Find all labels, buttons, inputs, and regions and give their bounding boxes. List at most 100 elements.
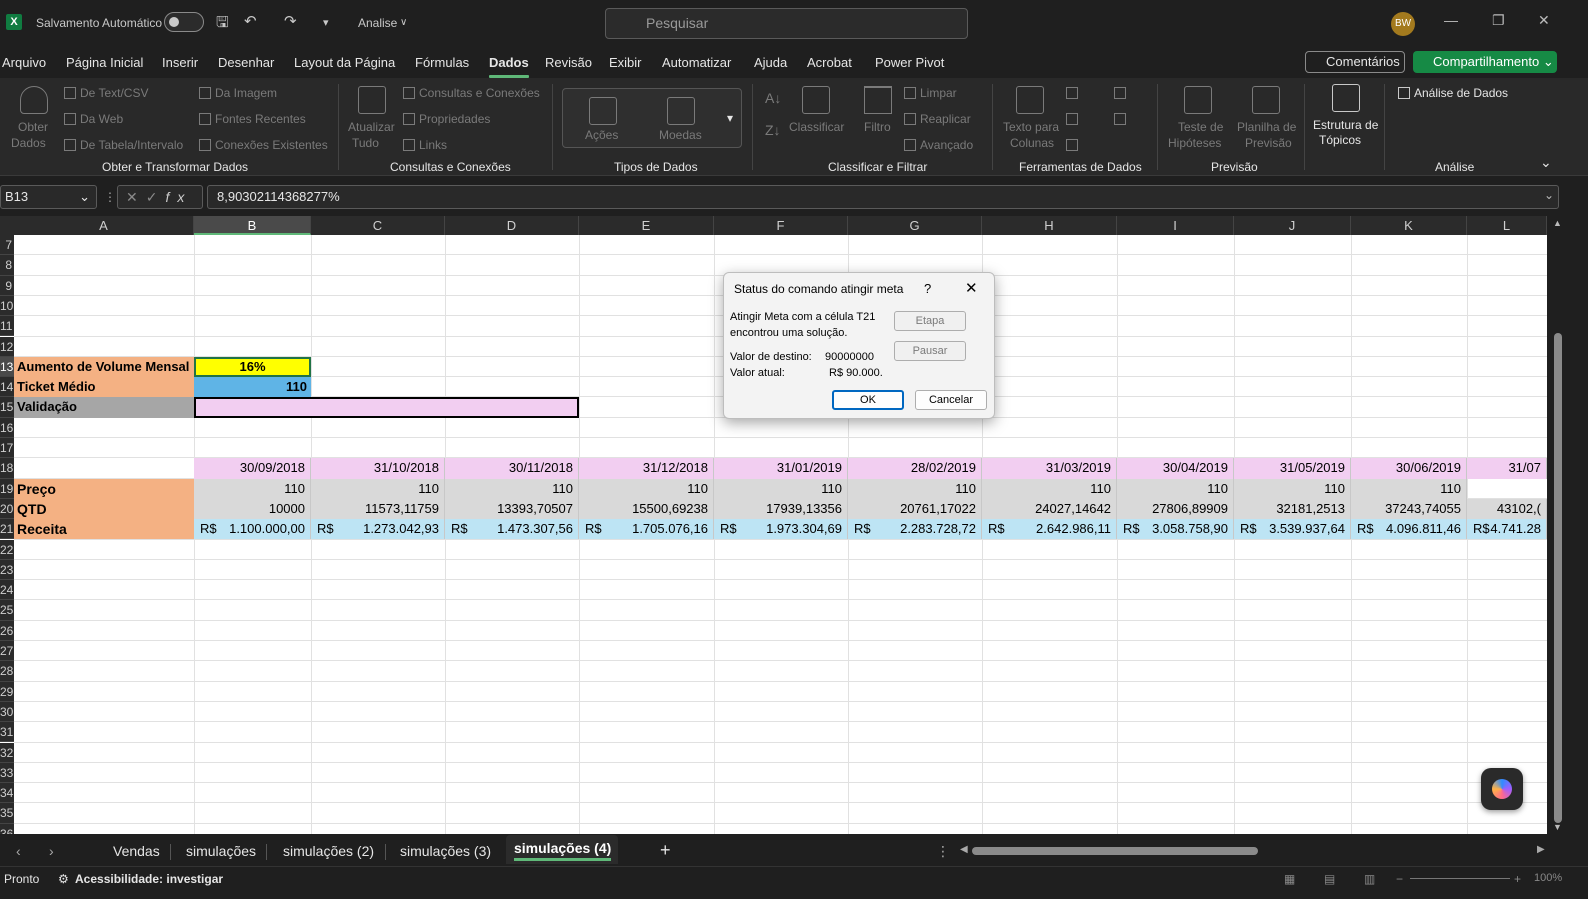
autosave-toggle[interactable] [164,12,204,32]
sheet-tab-simulacoes[interactable]: simulações [186,843,256,859]
tab-exibir[interactable]: Exibir [609,55,642,70]
what-if-label[interactable]: Teste de [1178,120,1223,134]
flash-fill-icon[interactable] [1066,86,1082,100]
share-button[interactable]: Compartilhamento ⌄ [1413,51,1557,73]
cancel-button[interactable]: Cancelar [915,390,987,410]
tab-pagina-inicial[interactable]: Página Inicial [66,55,143,70]
receita-cell[interactable]: R$ 4.741.28 [1467,519,1547,540]
row-header-12[interactable]: 12 [0,336,14,357]
preco-cell[interactable]: 110 [579,478,714,499]
links-button[interactable]: Links [403,138,447,152]
column-header-g[interactable]: G [848,216,982,235]
preco-cell[interactable]: 110 [194,478,311,499]
qtd-cell[interactable]: 37243,74055 [1351,498,1467,520]
row-header-7[interactable]: 7 [0,235,14,256]
gallery-more-icon[interactable]: ▾ [727,111,733,125]
row-header-11[interactable]: 11 [0,316,14,337]
row-header-25[interactable]: 25 [0,600,14,621]
date-cell[interactable]: 28/02/2019 [848,458,982,479]
label-qtd[interactable]: QTD [14,498,194,520]
data-model-icon[interactable] [1114,112,1130,126]
row-header-19[interactable]: 19 [0,478,14,499]
file-name[interactable]: Analise [358,16,397,30]
help-icon[interactable]: ? [924,281,931,296]
qtd-cell[interactable]: 43102,( [1467,498,1547,520]
from-web-button[interactable]: Da Web [64,112,123,126]
customize-qat-icon[interactable]: ▾ [323,16,329,29]
row-header-33[interactable]: 33 [0,762,14,784]
refresh-all-label[interactable]: Atualizar [348,120,395,134]
tab-layout[interactable]: Layout da Página [294,55,395,70]
collapse-ribbon-icon[interactable]: ⌄ [1540,154,1552,171]
vertical-scrollbar[interactable] [1554,333,1562,823]
row-header-16[interactable]: 16 [0,417,14,438]
row-header-23[interactable]: 23 [0,559,14,581]
refresh-all-label-2[interactable]: Tudo [352,136,379,150]
queries-connections-button[interactable]: Consultas e Conexões [403,86,540,100]
text-to-columns-label[interactable]: Texto para [1003,120,1059,134]
existing-connections-button[interactable]: Conexões Existentes [199,138,328,152]
close-icon[interactable]: ✕ [1538,12,1550,29]
column-header-h[interactable]: H [982,216,1117,235]
forecast-label[interactable]: Planilha de [1237,120,1296,134]
sheet-tab-simulacoes-2[interactable]: simulações (2) [283,843,374,859]
column-header-i[interactable]: I [1117,216,1234,235]
zoom-out-icon[interactable]: − [1396,872,1403,886]
sort-az-icon[interactable]: A↓ [765,90,781,106]
tab-formulas[interactable]: Fórmulas [415,55,469,70]
column-header-f[interactable]: F [714,216,848,235]
qtd-cell[interactable]: 15500,69238 [579,498,714,520]
fx-icon[interactable]: fx [165,189,192,205]
date-cell[interactable]: 31/07 [1467,458,1547,479]
date-cell[interactable]: 31/01/2019 [714,458,848,479]
date-cell[interactable]: 30/06/2019 [1351,458,1467,479]
chevron-down-icon[interactable]: ∨ [400,17,407,28]
cancel-icon[interactable]: ✕ [126,189,146,205]
preco-cell[interactable]: 110 [982,478,1117,499]
save-icon[interactable]: 🖫 [216,12,229,37]
row-header-13[interactable]: 13 [0,356,14,378]
tab-desenhar[interactable]: Desenhar [218,55,274,70]
get-data-label[interactable]: Obter [18,120,48,134]
tab-power-pivot[interactable]: Power Pivot [875,55,944,70]
select-all-corner[interactable] [0,216,14,235]
date-cell[interactable]: 30/09/2018 [194,458,311,479]
row-header-30[interactable]: 30 [0,701,14,723]
row-header-18[interactable]: 18 [0,458,14,479]
forecast-label-2[interactable]: Previsão [1245,136,1292,150]
data-validation-icon[interactable] [1066,138,1082,152]
receita-cell[interactable]: R$ 1.100.000,00 [194,519,311,540]
step-button[interactable]: Etapa [894,311,966,331]
receita-cell[interactable]: R$ 1.973.304,69 [714,519,848,540]
advanced-button[interactable]: Avançado [904,138,973,152]
text-to-columns-label-2[interactable]: Colunas [1010,136,1054,150]
from-text-button[interactable]: De Text/CSV [64,86,148,100]
qtd-cell[interactable]: 17939,13356 [714,498,848,520]
tab-automatizar[interactable]: Automatizar [662,55,731,70]
preco-cell[interactable]: 110 [1234,478,1351,499]
reapply-button[interactable]: Reaplicar [904,112,971,126]
tab-arquivo[interactable]: Arquivo [2,55,46,70]
accessibility-icon[interactable]: ⚙ [58,872,69,886]
cell-b14-ticket[interactable]: 110 [194,377,311,398]
page-break-view-icon[interactable]: ▥ [1364,872,1375,886]
receita-cell[interactable]: R$ 3.058.758,90 [1117,519,1234,540]
column-header-k[interactable]: K [1351,216,1467,235]
row-header-22[interactable]: 22 [0,539,14,560]
date-cell[interactable]: 31/12/2018 [579,458,714,479]
currencies-button[interactable]: Moedas [659,128,702,142]
date-cell[interactable]: 31/10/2018 [311,458,445,479]
row-header-32[interactable]: 32 [0,742,14,763]
recent-sources-button[interactable]: Fontes Recentes [199,112,306,126]
scroll-left-icon[interactable]: ◀ [960,844,968,855]
search-input[interactable]: Pesquisar [605,8,968,39]
scroll-up-icon[interactable]: ▲ [1553,218,1562,228]
outline-label[interactable]: Estrutura de [1313,118,1378,132]
row-header-24[interactable]: 24 [0,580,14,601]
add-sheet-icon[interactable]: + [660,840,671,861]
maximize-icon[interactable]: ❐ [1492,12,1505,29]
prev-sheet-icon[interactable]: ‹ [16,843,21,859]
sort-za-icon[interactable]: Z↓ [765,122,781,138]
name-box[interactable]: B13 ⌄ [0,185,97,209]
preco-cell[interactable]: 110 [1117,478,1234,499]
